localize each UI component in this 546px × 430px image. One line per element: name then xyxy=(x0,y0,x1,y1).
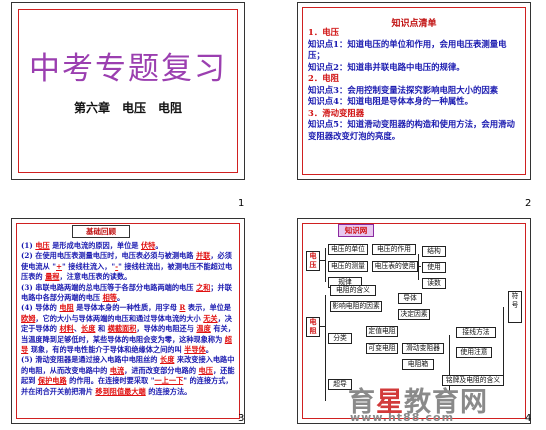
knowledge-list: 1．电压 知识点1：知道电压的单位和作用，会用电压表测量电压； 知识点2：知道串… xyxy=(308,27,520,142)
review-paragraph: (1) 电压 是形成电流的原因，单位是 伏特。 xyxy=(21,241,163,250)
slide-thumbnail-1[interactable]: 中考专题复习 第六章 电压 电阻 xyxy=(11,2,245,180)
map-node: 使用 xyxy=(422,262,446,273)
slide-number-4: 4 xyxy=(525,413,532,424)
watermark-url: www.ht88.com xyxy=(350,411,455,424)
slide-number-3: 3 xyxy=(238,413,245,424)
watermark: 育星教育网 www.ht88.com xyxy=(348,380,538,426)
list-item: 知识点2：知道串并联电路中电压的规律。 xyxy=(308,61,465,72)
connector-line xyxy=(503,307,504,377)
list-item: 1．电压 xyxy=(308,27,339,37)
slide-title: 中考专题复习 xyxy=(29,51,227,87)
connector-line xyxy=(418,254,419,280)
map-node: 电压表的使用 xyxy=(372,261,418,272)
map-node: 可变电阻 xyxy=(366,343,398,354)
map-node: 定值电阻 xyxy=(366,326,398,337)
connector-line xyxy=(325,248,326,282)
slide-header: 基础回顾 xyxy=(72,225,130,238)
connector-line xyxy=(325,295,326,401)
review-paragraph: (2) 在使用电压表测量电压时，电压表必须与被测电路 并联，必须使电流从 "+"… xyxy=(21,251,233,282)
slide-header: 知识网 xyxy=(338,224,374,237)
map-node: 使用注意 xyxy=(456,347,492,358)
slide-border xyxy=(18,9,238,173)
slide-thumbnail-2[interactable]: 知识点清单 1．电压 知识点1：知道电压的单位和作用，会用电压表测量电压； 知识… xyxy=(297,2,531,180)
concept-label-voltage: 电压 xyxy=(306,251,320,271)
map-node: 滑动变阻器 xyxy=(402,343,444,354)
list-item: 2．电阻 xyxy=(308,73,339,83)
list-item: 知识点1：知道电压的单位和作用，会用电压表测量电压； xyxy=(308,38,507,61)
concept-label-resistance: 电阻 xyxy=(306,317,320,337)
map-node: 读数 xyxy=(422,278,446,289)
list-item: 知识点5：知道滑动变阻器的构造和使用方法，会用滑动变阻器改变灯泡的亮度。 xyxy=(308,119,515,141)
map-node: 分类 xyxy=(328,333,352,344)
map-node: 电压的单位 xyxy=(328,244,368,255)
map-node: 电压的作用 xyxy=(372,244,416,255)
map-node: 符号 xyxy=(508,291,522,323)
map-node: 影响电阻的因素 xyxy=(330,301,382,312)
review-paragraph: (4) 导体的 电阻 是导体本身的一种性质，用字母 R 表示，单位是 欧姆，它的… xyxy=(21,303,235,355)
map-node: 导体 xyxy=(398,293,422,304)
list-item: 知识点4：知道电阻是导体本身的一种属性。 xyxy=(308,96,473,106)
slide-number-2: 2 xyxy=(525,198,532,209)
map-node: 结构 xyxy=(422,246,446,257)
review-text: (1) 电压 是形成电流的原因，单位是 伏特。 (2) 在使用电压表测量电压时，电… xyxy=(21,241,236,397)
slide-subtitle: 第六章 电压 电阻 xyxy=(73,101,182,115)
map-node: 电阻箱 xyxy=(402,359,434,370)
list-item: 3．滑动变阻器 xyxy=(308,107,365,118)
list-item: 知识点3：会用控制变量法探究影响电阻大小的因素 xyxy=(308,84,499,95)
map-node: 接线方法 xyxy=(456,327,496,338)
slide-thumbnail-3[interactable]: 基础回顾 (1) 电压 是形成电流的原因，单位是 伏特。 (2) 在使用电压表测量… xyxy=(11,218,245,424)
map-node: 电压的测量 xyxy=(328,261,368,272)
map-node: 决定因素 xyxy=(398,309,430,320)
review-paragraph: (3) 串联电路两端的总电压等于各部分电路两端的电压 之和；并联电路中各部分两端… xyxy=(21,282,232,303)
slide-number-1: 1 xyxy=(238,198,245,209)
map-node: 电阻的含义 xyxy=(330,285,376,296)
review-paragraph: (5) 滑动变阻器是通过接入电路中电阻丝的 长度 来改变接入电路中的电阻，从而改… xyxy=(21,355,235,396)
